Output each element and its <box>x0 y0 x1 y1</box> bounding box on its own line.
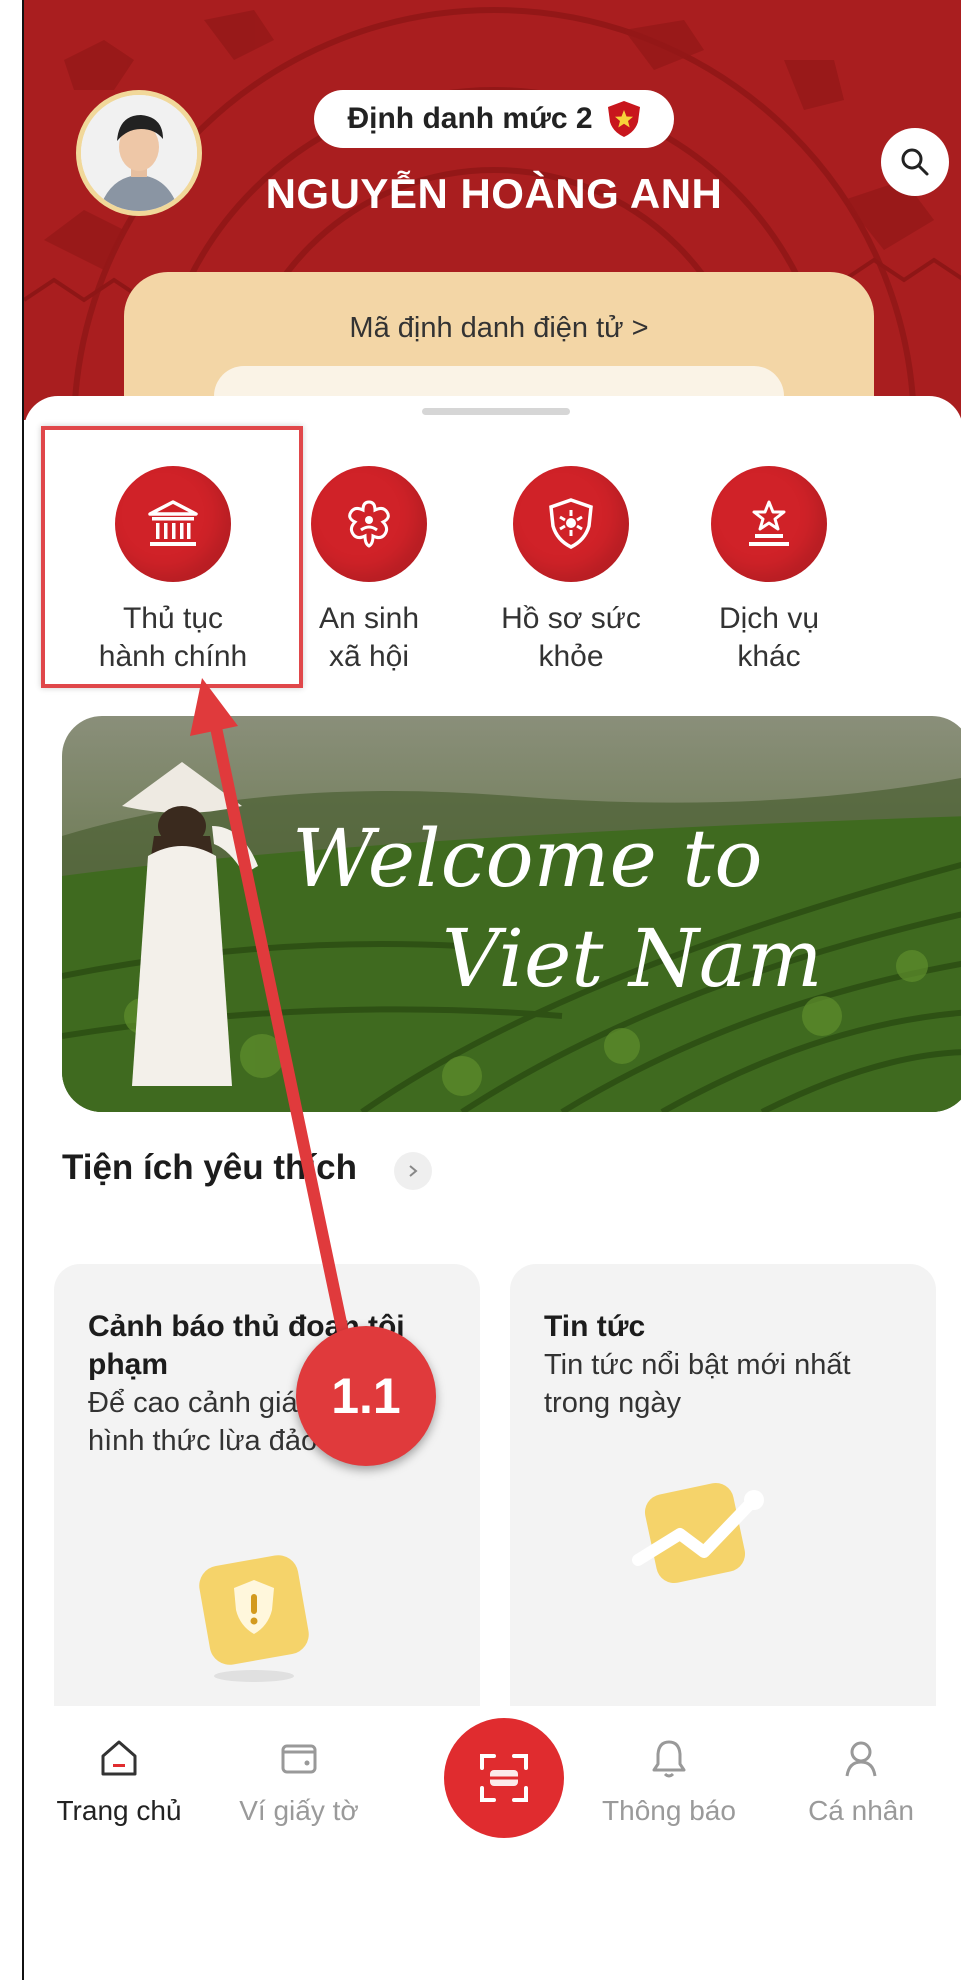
nav-notifications-label: Thông báo <box>602 1795 736 1826</box>
identity-level-badge[interactable]: Định danh mức 2 <box>314 90 674 148</box>
nav-profile[interactable]: Cá nhân <box>766 1736 956 1827</box>
bottom-navigation: Trang chủ Ví giấy tờ Thông báo Cá nhân <box>24 1706 961 1980</box>
bell-icon <box>652 1740 686 1778</box>
qr-scan-button[interactable] <box>444 1718 564 1838</box>
search-icon <box>901 148 929 176</box>
scan-icon <box>480 1754 528 1802</box>
nav-profile-label: Cá nhân <box>808 1795 914 1826</box>
tutorial-arrow <box>190 678 355 1367</box>
police-shield-icon <box>607 101 640 137</box>
electronic-id-label: Mã định danh điện tử > <box>349 312 649 344</box>
warning-shield-icon <box>199 1555 309 1682</box>
identity-level-text: Định danh mức 2 <box>347 102 593 135</box>
home-icon <box>101 1740 137 1776</box>
tutorial-step-badge: 1.1 <box>296 1326 436 1466</box>
nav-notifications[interactable]: Thông báo <box>574 1736 764 1827</box>
wallet-icon <box>281 1744 317 1774</box>
nav-home[interactable]: Trang chủ <box>24 1736 214 1827</box>
search-button[interactable] <box>881 128 949 196</box>
avatar-portrait <box>81 95 197 211</box>
nav-wallet-label: Ví giấy tờ <box>239 1795 359 1826</box>
user-icon <box>845 1741 877 1777</box>
header: Định danh mức 2 NGUYỄN HOÀNG ANH Mã định… <box>24 0 961 420</box>
app-screen: Định danh mức 2 NGUYỄN HOÀNG ANH Mã định… <box>22 0 961 1980</box>
user-full-name: NGUYỄN HOÀNG ANH <box>265 170 723 217</box>
nav-wallet[interactable]: Ví giấy tờ <box>204 1736 394 1827</box>
nav-home-label: Trang chủ <box>56 1795 182 1826</box>
user-avatar[interactable] <box>76 90 202 216</box>
